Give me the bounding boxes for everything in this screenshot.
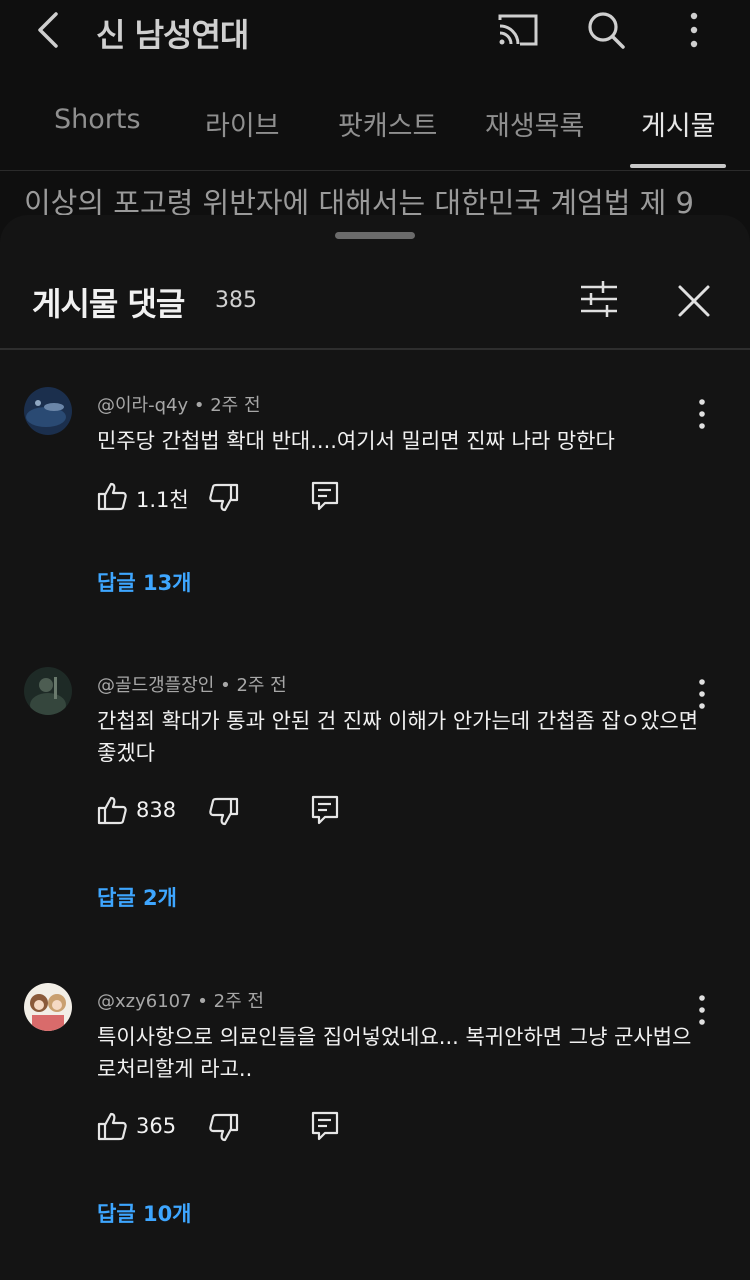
sheet-divider bbox=[0, 348, 750, 350]
comment-meta: @xzy6107 • 2주 전 bbox=[97, 987, 264, 1013]
comment-item: @골드갱플장인 • 2주 전 간첩죄 확대가 통과 안된 건 진짜 이해가 안가… bbox=[0, 667, 750, 967]
thumbs-down-icon[interactable] bbox=[209, 797, 239, 827]
close-icon[interactable] bbox=[674, 281, 714, 321]
meta-separator: • bbox=[193, 395, 211, 416]
search-icon[interactable] bbox=[584, 10, 628, 50]
tab-playlists[interactable]: 재생목록 bbox=[485, 104, 584, 143]
meta-separator: • bbox=[197, 991, 214, 1012]
channel-title: 신 남성연대 bbox=[96, 16, 249, 54]
comment-time: 2주 전 bbox=[213, 991, 264, 1012]
comment-actions: 1.1천 bbox=[97, 479, 397, 519]
avatar[interactable] bbox=[24, 667, 72, 715]
more-vertical-icon[interactable] bbox=[672, 10, 716, 50]
comment-author[interactable]: @이라-q4y bbox=[97, 395, 188, 416]
comments-sheet: 게시물 댓글 385 @이라-q4y • 2주 전 민주당 간첩법 확대 반대.… bbox=[0, 215, 750, 1280]
comment-count: 385 bbox=[215, 288, 257, 313]
sort-filter-icon[interactable] bbox=[577, 279, 621, 319]
tab-posts[interactable]: 게시물 bbox=[641, 104, 716, 143]
comment-time: 2주 전 bbox=[236, 675, 287, 696]
like-count: 838 bbox=[136, 798, 177, 822]
comment-text: 특이사항으로 의료인들을 집어넣었네요... 복귀안하면 그냥 군사법으로처리할… bbox=[97, 1025, 692, 1081]
comment-meta: @이라-q4y • 2주 전 bbox=[97, 391, 261, 417]
back-arrow-icon[interactable] bbox=[30, 10, 66, 50]
reply-icon[interactable] bbox=[311, 795, 339, 825]
top-app-bar: 신 남성연대 bbox=[0, 0, 750, 60]
active-tab-indicator bbox=[630, 164, 726, 168]
thumbs-up-icon[interactable] bbox=[97, 1111, 127, 1141]
sheet-title: 게시물 댓글 bbox=[32, 285, 185, 323]
like-count: 365 bbox=[136, 1114, 177, 1138]
channel-tabs: Shorts 라이브 팟캐스트 재생목록 게시물 bbox=[0, 92, 750, 171]
meta-separator: • bbox=[220, 675, 237, 696]
avatar[interactable] bbox=[24, 387, 72, 435]
thumbs-up-icon[interactable] bbox=[97, 795, 127, 825]
comment-item: @이라-q4y • 2주 전 민주당 간첩법 확대 반대....여기서 밀리면 … bbox=[0, 387, 750, 687]
cast-icon[interactable] bbox=[496, 10, 540, 50]
comment-author[interactable]: @xzy6107 bbox=[97, 991, 192, 1012]
comment-actions: 838 bbox=[97, 793, 397, 833]
comment-text: 간첩죄 확대가 통과 안된 건 진짜 이해가 안가는데 간첩좀 잡ㅇ았으면 좋겠… bbox=[97, 709, 699, 765]
view-replies-link[interactable]: 답글 13개 bbox=[97, 567, 192, 597]
tab-shorts[interactable]: Shorts bbox=[54, 104, 141, 135]
comment-time: 2주 전 bbox=[210, 395, 261, 416]
like-count: 1.1천 bbox=[136, 488, 189, 512]
view-replies-link[interactable]: 답글 10개 bbox=[97, 1198, 192, 1228]
reply-icon[interactable] bbox=[311, 481, 339, 511]
comment-item: @xzy6107 • 2주 전 특이사항으로 의료인들을 집어넣었네요... 복… bbox=[0, 983, 750, 1280]
drag-handle[interactable] bbox=[335, 232, 415, 239]
comment-meta: @골드갱플장인 • 2주 전 bbox=[97, 671, 287, 697]
tab-live[interactable]: 라이브 bbox=[205, 104, 280, 143]
tab-podcasts[interactable]: 팟캐스트 bbox=[338, 104, 437, 143]
thumbs-down-icon[interactable] bbox=[209, 1113, 239, 1143]
comment-text: 민주당 간첩법 확대 반대....여기서 밀리면 진짜 나라 망한다 bbox=[97, 429, 615, 453]
thumbs-down-icon[interactable] bbox=[209, 483, 239, 513]
view-replies-link[interactable]: 답글 2개 bbox=[97, 882, 177, 912]
thumbs-up-icon[interactable] bbox=[97, 481, 127, 511]
avatar[interactable] bbox=[24, 983, 72, 1031]
comment-actions: 365 bbox=[97, 1109, 397, 1149]
reply-icon[interactable] bbox=[311, 1111, 339, 1141]
comment-author[interactable]: @골드갱플장인 bbox=[97, 675, 214, 696]
